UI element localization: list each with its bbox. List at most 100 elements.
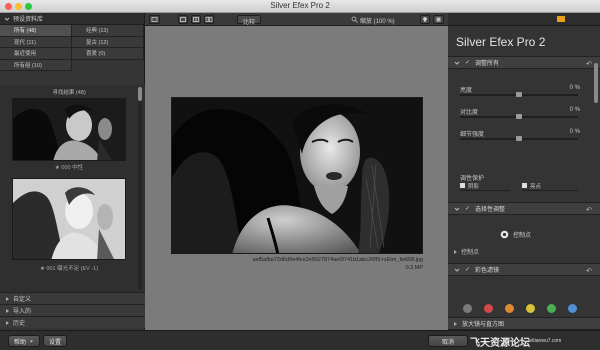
color-filter-neutral[interactable] <box>463 304 472 313</box>
section-custom-label: 自定义 <box>13 297 32 303</box>
chevron-down-icon <box>454 61 460 65</box>
browser-toggle-button[interactable] <box>149 15 160 24</box>
help-button[interactable]: 帮助 <box>8 335 40 347</box>
structure-slider[interactable]: 细节强度 0 % <box>448 126 600 148</box>
reset-icon[interactable]: ↶ <box>586 206 592 214</box>
zoom-label: 缩放 (100 %) <box>360 19 395 25</box>
lightbulb-icon <box>423 17 427 22</box>
tone-protection-label: 调性保护 <box>460 176 485 182</box>
category-vintage[interactable]: 复古 (12) <box>72 36 144 48</box>
color-filter-blue[interactable] <box>568 304 577 313</box>
preset-thumbnail[interactable] <box>12 98 126 161</box>
settings-button[interactable]: 设置 <box>43 335 67 347</box>
preset-category-grid: 所有 (48) 经典 (13) 现代 (11) 复古 (12) 最近使用 喜爱 … <box>0 25 144 71</box>
results-title: 寻找结果 (48) <box>52 90 86 96</box>
side-by-side-button[interactable] <box>204 15 214 24</box>
help-label: 帮助 <box>13 339 26 346</box>
color-filter-label: 彩色滤镜 <box>475 268 500 274</box>
checkmark-icon[interactable]: ✓ <box>465 59 470 66</box>
main-preview-image[interactable] <box>171 97 423 254</box>
category-classic[interactable]: 经典 (13) <box>72 25 144 37</box>
square-swatch-icon <box>436 17 441 22</box>
structure-knob[interactable] <box>516 136 522 141</box>
window-title: Silver Efex Pro 2 <box>270 1 330 10</box>
preset-list-scroll-thumb[interactable] <box>138 87 142 101</box>
preview-toolbar: 比较 缩放 (100 %) <box>145 13 448 26</box>
preview-area: 比较 缩放 (100 %) aef5afba72d6d9e4fce2e90278… <box>145 13 448 330</box>
selective-label: 选择性调整 <box>475 207 506 213</box>
title-bar: Silver Efex Pro 2 <box>0 0 600 13</box>
section-history[interactable]: 历史 <box>0 316 145 328</box>
shadows-track[interactable] <box>460 190 510 191</box>
brightness-value: 0 % <box>569 85 580 91</box>
category-favorites[interactable]: 喜爱 (0) <box>72 48 144 60</box>
contrast-knob[interactable] <box>516 114 522 119</box>
shadows-checkbox[interactable] <box>460 183 465 188</box>
checkmark-icon[interactable]: ✓ <box>465 205 470 212</box>
settings-label: 设置 <box>48 339 61 346</box>
chevron-down-icon <box>454 207 460 211</box>
color-filter-green[interactable] <box>547 304 556 313</box>
color-filter-yellow[interactable] <box>526 304 535 313</box>
section-imported-label: 导入的 <box>13 309 32 315</box>
image-size: 0.3 MP <box>405 265 423 271</box>
adjustments-scroll-thumb[interactable] <box>594 63 598 103</box>
brightness-slider[interactable]: 亮度 0 % <box>448 82 600 104</box>
preset-library-title: 预设资料库 <box>13 17 44 23</box>
category-groups[interactable]: 所有组 (10) <box>0 59 72 71</box>
preset-caption: ★ 001 曝光不足 (EV -1) <box>39 266 99 272</box>
section-adjust-all[interactable]: ✓ 调整所有 ↶ <box>448 56 600 69</box>
preset-library-header[interactable]: 预设资料库 <box>0 13 144 25</box>
background-swatch-button[interactable] <box>433 15 444 24</box>
single-view-button[interactable] <box>178 15 188 24</box>
reset-icon[interactable]: ↶ <box>586 60 592 68</box>
expand-triangle-icon <box>6 308 9 313</box>
product-version: 2 <box>538 35 546 49</box>
brand-logo <box>557 16 565 22</box>
portrait-thumbnail-image <box>13 179 125 259</box>
color-filter-orange[interactable] <box>505 304 514 313</box>
highlights-track[interactable] <box>522 190 578 191</box>
background-color-button[interactable] <box>420 15 430 24</box>
right-panel-header <box>448 13 600 26</box>
shadows-label: 阴影 <box>468 184 480 190</box>
preset-thumbnail[interactable] <box>12 178 126 260</box>
section-selective-adjustments[interactable]: ✓ 选择性调整 ↶ <box>448 202 600 215</box>
product-name: Silver Efex Pro 2 <box>456 35 545 49</box>
section-color-filter[interactable]: ✓ 彩色滤镜 ↶ <box>448 263 600 276</box>
brightness-knob[interactable] <box>516 92 522 97</box>
tone-protection-controls: 阴影 亮点 <box>460 182 580 192</box>
control-point-button-label: 控制点 <box>513 232 532 239</box>
watermark-text: 飞天资源论坛 <box>470 338 530 349</box>
bottom-bar: 帮助 设置 取消 飞天资源论坛 feitianwu7.com <box>0 330 600 350</box>
checkmark-icon[interactable]: ✓ <box>465 266 470 273</box>
compare-button[interactable]: 比较 <box>237 15 261 26</box>
color-filter-red[interactable] <box>484 304 493 313</box>
section-loupe-histogram[interactable]: 放大镜与直方图 <box>448 317 600 330</box>
control-points-row[interactable]: 控制点 <box>454 247 479 256</box>
reset-icon[interactable]: ↶ <box>586 267 592 275</box>
control-point-icon <box>500 230 509 238</box>
grid-icon <box>151 17 158 22</box>
cancel-label: 取消 <box>441 339 454 346</box>
section-custom[interactable]: 自定义 <box>0 292 145 304</box>
expand-triangle-icon <box>454 321 457 326</box>
section-imported[interactable]: 导入的 <box>0 304 145 316</box>
split-view-icon <box>193 17 199 22</box>
highlights-checkbox[interactable] <box>522 183 527 188</box>
category-recent[interactable]: 最近使用 <box>0 48 72 60</box>
magnifier-icon <box>351 16 358 23</box>
category-modern[interactable]: 现代 (11) <box>0 36 72 48</box>
add-control-point-button[interactable]: 控制点 <box>500 228 531 240</box>
single-view-icon <box>180 17 186 22</box>
contrast-slider[interactable]: 对比度 0 % <box>448 104 600 126</box>
split-view-button[interactable] <box>191 15 201 24</box>
chevron-down-icon <box>30 340 33 342</box>
adjust-all-label: 调整所有 <box>475 61 500 67</box>
category-all[interactable]: 所有 (48) <box>0 25 72 37</box>
portrait-thumbnail-image <box>13 99 125 160</box>
brightness-label: 亮度 <box>460 88 473 94</box>
cancel-button[interactable]: 取消 <box>428 335 468 347</box>
expand-triangle-icon <box>6 320 9 325</box>
preset-list-scrollbar[interactable] <box>138 87 142 290</box>
